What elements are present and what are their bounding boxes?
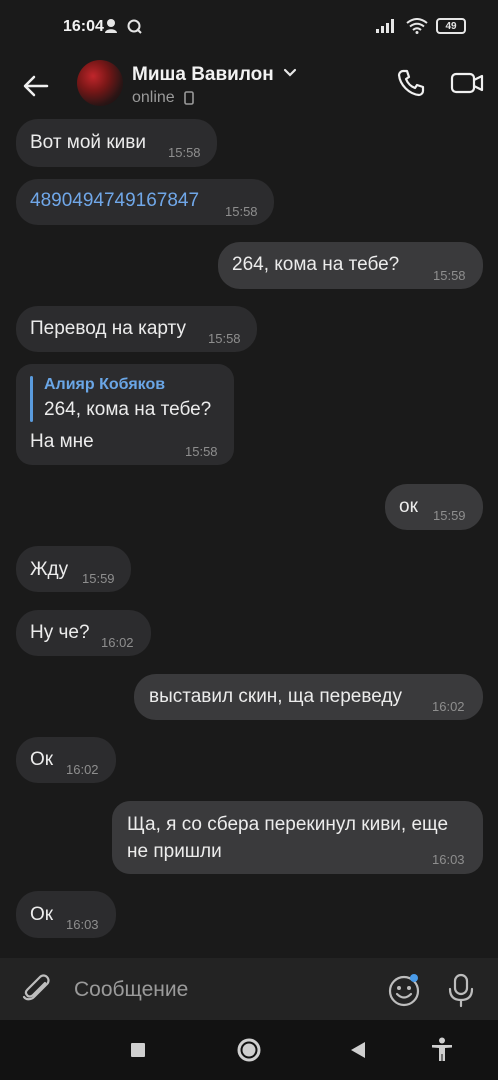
- message-bubble[interactable]: Жду 15:59: [16, 546, 131, 592]
- status-notification-icons: [104, 18, 142, 34]
- message-time: 15:58: [208, 331, 241, 346]
- card-number-link[interactable]: 4890494749167847: [30, 190, 199, 212]
- message-text: Ок: [30, 749, 54, 770]
- message-time: 15:58: [433, 268, 466, 283]
- message-time: 15:58: [225, 204, 258, 219]
- chat-screen: 16:04 49 Миша Вавилон online Вот мой кив…: [0, 0, 498, 1080]
- emoji-icon[interactable]: [386, 972, 422, 1008]
- message-bubble[interactable]: 4890494749167847 15:58: [16, 179, 274, 225]
- back-button[interactable]: [18, 68, 54, 104]
- battery-level: 49: [445, 20, 457, 32]
- message-text: 264, кома на тебе?: [232, 254, 400, 275]
- message-bubble[interactable]: Перевод на карту 15:58: [16, 306, 257, 352]
- contact-name[interactable]: Миша Вавилон: [132, 64, 274, 86]
- message-text: Жду: [30, 559, 69, 580]
- message-time: 16:03: [66, 917, 99, 932]
- reply-message-bubble[interactable]: Алияр Кобяков 264, кома на тебе? На мне …: [16, 364, 234, 465]
- accessibility-button[interactable]: [428, 1036, 456, 1064]
- device-icon: [184, 91, 194, 105]
- status-system-icons: 49: [376, 18, 466, 34]
- person-alert-icon: [105, 19, 117, 33]
- recents-square-icon: [131, 1043, 145, 1057]
- message-text-line-1: Ща, я со сбера перекинул киви, еще: [127, 814, 449, 835]
- microphone-icon[interactable]: [446, 972, 476, 1008]
- message-text: Ок: [30, 904, 54, 925]
- avatar[interactable]: [77, 60, 123, 106]
- message-bubble[interactable]: ок 15:59: [385, 484, 483, 530]
- message-composer: [0, 958, 498, 1020]
- message-bubble[interactable]: Ок 16:03: [16, 891, 116, 938]
- sync-icon: [127, 19, 142, 34]
- message-time: 16:03: [432, 852, 465, 867]
- message-input[interactable]: [72, 970, 366, 1010]
- recents-button[interactable]: [124, 1036, 152, 1064]
- wifi-icon: [406, 18, 428, 34]
- battery-icon: 49: [436, 18, 466, 34]
- message-time: 15:59: [82, 571, 115, 586]
- home-circle-icon: [237, 1038, 261, 1062]
- phone-icon[interactable]: [396, 68, 426, 98]
- message-time: 16:02: [432, 699, 465, 714]
- message-text: Перевод на карту: [30, 318, 186, 339]
- message-time: 16:02: [66, 762, 99, 777]
- message-text: выставил скин, ща переведу: [149, 686, 402, 707]
- message-bubble[interactable]: Ок 16:02: [16, 737, 116, 783]
- message-time: 15:58: [185, 444, 218, 459]
- chevron-down-icon[interactable]: [283, 68, 297, 78]
- status-time: 16:04: [63, 18, 104, 35]
- message-bubble[interactable]: Вот мой киви 15:58: [16, 119, 217, 167]
- message-time: 15:58: [168, 145, 201, 160]
- message-bubble[interactable]: Ну че? 16:02: [16, 610, 151, 656]
- message-bubble[interactable]: 264, кома на тебе? 15:58: [218, 242, 483, 289]
- message-text: Вот мой киви: [30, 132, 146, 153]
- contact-status: online: [132, 89, 175, 106]
- message-text: На мне: [30, 431, 94, 452]
- back-triangle-icon: [351, 1042, 365, 1058]
- video-camera-icon[interactable]: [450, 68, 484, 98]
- message-bubble[interactable]: Ща, я со сбера перекинул киви, еще не пр…: [112, 801, 483, 874]
- signal-icon: [376, 19, 394, 33]
- message-time: 16:02: [101, 635, 134, 650]
- reply-author[interactable]: Алияр Кобяков: [44, 376, 165, 394]
- paperclip-icon[interactable]: [20, 972, 54, 1006]
- home-button[interactable]: [235, 1036, 263, 1064]
- message-text: ок: [399, 496, 418, 517]
- accessibility-icon: [432, 1037, 452, 1061]
- system-navigation-bar: [0, 1020, 498, 1080]
- reply-quote-text[interactable]: 264, кома на тебе?: [44, 399, 211, 421]
- message-text: Ну че?: [30, 622, 90, 643]
- back-arrow-icon: [23, 75, 49, 97]
- back-nav-button[interactable]: [344, 1036, 372, 1064]
- status-bar: 16:04 49: [0, 0, 498, 56]
- chat-header: Миша Вавилон online: [0, 56, 498, 118]
- message-text-line-2: не пришли: [127, 841, 222, 862]
- message-bubble[interactable]: выставил скин, ща переведу 16:02: [134, 674, 483, 720]
- message-time: 15:59: [433, 508, 466, 523]
- reply-quote-bar: [30, 376, 33, 422]
